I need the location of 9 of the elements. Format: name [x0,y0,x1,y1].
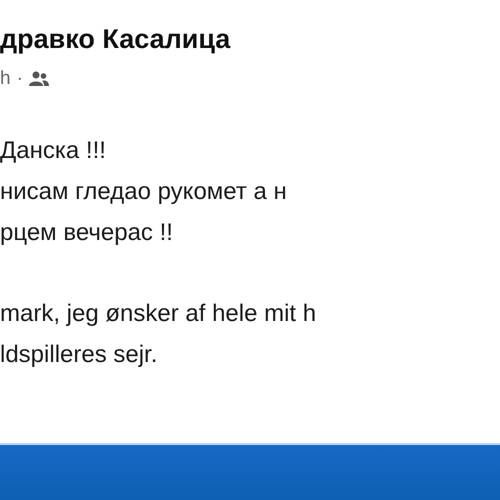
post-text-line: рцем вечерас !! [0,218,174,248]
post-text-line: Данска !!! [0,136,107,166]
post-text-line: mark, jeg ønsker af hele mit h [0,299,318,329]
separator: · [16,68,23,90]
post-text-line: ldspilleres sejr. [0,340,158,370]
post-time: h [0,68,11,90]
author-name[interactable]: дравко Касалица [0,22,500,56]
post-text-line: нисам гледао рукомет а н [0,177,288,207]
friends-icon [28,71,49,87]
